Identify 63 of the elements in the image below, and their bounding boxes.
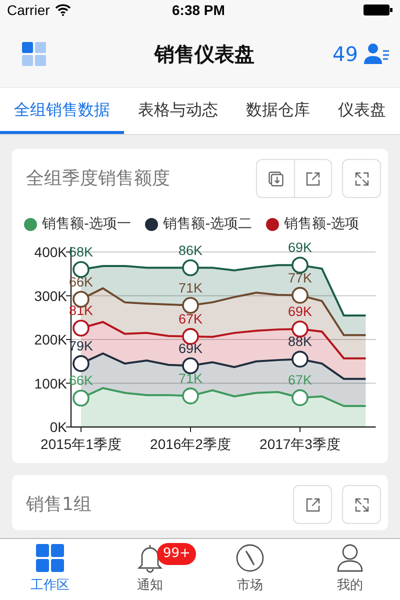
- data-label: 86K: [178, 242, 203, 258]
- notification-badge: 99+: [157, 543, 196, 565]
- person-icon: [336, 543, 364, 574]
- data-point: [292, 286, 308, 304]
- tab[interactable]: 数据仓库: [232, 88, 324, 134]
- download-icon: [266, 170, 284, 188]
- data-label: 88K: [288, 334, 312, 350]
- legend-label: 销售额-选项一: [42, 215, 132, 234]
- data-point: [72, 390, 90, 407]
- y-tick-label: 200K: [34, 332, 67, 348]
- y-tick-label: 300K: [34, 288, 67, 304]
- x-tick-label: 2015年1季度: [40, 436, 122, 452]
- data-label: 69K: [288, 240, 312, 256]
- legend-label: 销售额-选项: [284, 215, 360, 234]
- compass-icon: [235, 543, 265, 574]
- share-icon: [304, 170, 322, 188]
- user-count: 49: [332, 40, 358, 68]
- x-tick-label: 2017年3季度: [260, 436, 340, 452]
- grid-icon[interactable]: [22, 42, 46, 66]
- expand-icon: [352, 496, 370, 514]
- data-point: [182, 296, 199, 314]
- data-point: [182, 328, 199, 345]
- tab[interactable]: 仪表盘: [324, 88, 400, 134]
- data-point: [292, 256, 308, 274]
- bell-icon: [137, 543, 163, 574]
- user-list-icon[interactable]: [364, 42, 390, 64]
- battery-icon: [363, 4, 393, 16]
- data-point: [72, 261, 90, 278]
- tab[interactable]: 表格与动态: [124, 88, 232, 134]
- expand-icon: [352, 170, 370, 188]
- y-tick-label: 100K: [34, 375, 67, 392]
- share-icon: [304, 496, 322, 514]
- nav-tab[interactable]: 我的: [300, 539, 400, 600]
- data-point: [292, 389, 308, 406]
- nav-tab[interactable]: 工作区: [0, 539, 100, 600]
- data-point: [182, 357, 199, 374]
- page-title: 销售仪表盘: [154, 40, 254, 68]
- data-point: [72, 320, 90, 337]
- data-label: 77K: [288, 270, 312, 286]
- nav-tab[interactable]: 通知 99+: [100, 539, 200, 600]
- data-label: 71K: [178, 280, 203, 296]
- data-label: 69K: [288, 304, 312, 319]
- data-label: 69K: [178, 340, 203, 356]
- card-title: 全组季度销售额度: [26, 167, 170, 191]
- data-point: [292, 320, 308, 338]
- data-point: [72, 355, 90, 372]
- nav-tab[interactable]: 市场: [200, 539, 300, 600]
- data-point: [182, 259, 199, 276]
- x-tick-label: 2016年2季度: [150, 436, 231, 452]
- data-point: [182, 388, 199, 404]
- data-label: 67K: [178, 311, 203, 326]
- legend-label: 销售额-选项二: [163, 215, 252, 234]
- data-label: 67K: [288, 372, 312, 388]
- data-label: 71K: [178, 370, 203, 386]
- carrier-label: Carrier: [7, 0, 50, 20]
- tab[interactable]: 全组销售数据: [0, 88, 124, 134]
- card-title: 销售1组: [26, 493, 92, 517]
- clock-time: 6:38 PM: [172, 0, 225, 20]
- data-point: [292, 350, 308, 368]
- y-tick-label: 400K: [34, 244, 67, 260]
- wifi-icon: [54, 4, 71, 16]
- grid-icon: [35, 543, 65, 574]
- y-tick-label: 0K: [50, 419, 67, 435]
